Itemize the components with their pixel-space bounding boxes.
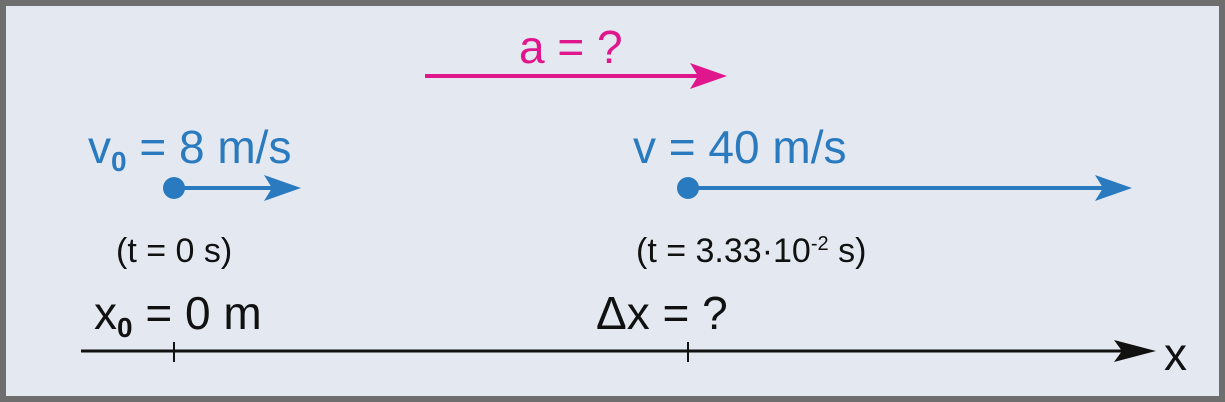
initial-position-value: = 0 m (145, 287, 262, 339)
initial-position-subscript: 0 (117, 312, 133, 343)
final-time-exponent: -2 (810, 233, 829, 255)
final-particle-dot (677, 177, 699, 199)
initial-velocity-symbol: v (88, 121, 111, 173)
initial-particle-dot (163, 177, 185, 199)
x-axis-label: x (1164, 328, 1187, 380)
initial-velocity-value: = 8 m/s (139, 121, 292, 173)
x-axis (81, 340, 1156, 362)
initial-velocity-subscript: 0 (111, 146, 127, 177)
final-velocity-label: v = 40 m/s (633, 121, 847, 173)
final-time-end: s) (828, 232, 867, 270)
diagram-canvas: a = ? v0 = 8 m/s v = 40 m/s (t = 0 s) (t… (0, 0, 1225, 402)
initial-position-symbol: x (94, 287, 117, 339)
displacement-label: Δx = ? (596, 287, 728, 339)
initial-position-label: x0 = 0 m (94, 287, 262, 342)
initial-velocity-label: v0 = 8 m/s (88, 121, 292, 176)
initial-velocity-arrow (174, 175, 301, 201)
acceleration-label: a = ? (519, 21, 623, 73)
final-time-main: (t = 3.33·10 (636, 232, 811, 270)
final-time-label: (t = 3.33·10-2 s) (636, 234, 866, 268)
initial-time-label: (t = 0 s) (116, 232, 233, 270)
final-velocity-arrow (688, 175, 1132, 201)
